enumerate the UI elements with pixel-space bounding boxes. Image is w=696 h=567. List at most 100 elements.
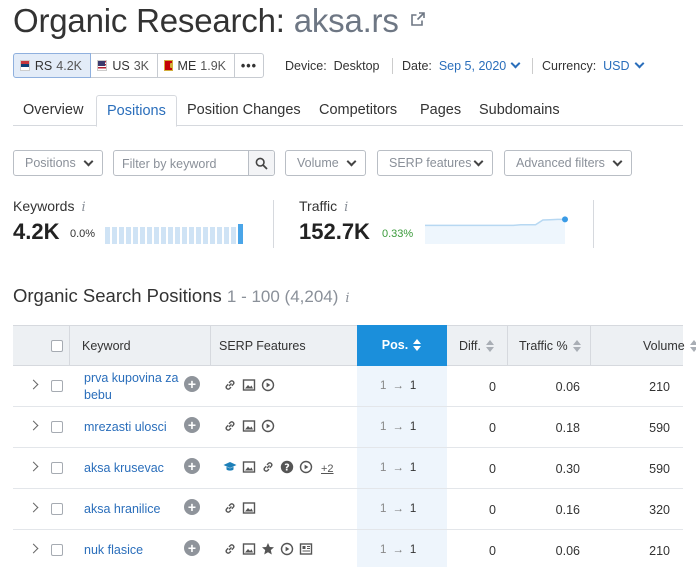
more-serp-features-link[interactable]: +2	[321, 463, 334, 475]
select-all-checkbox[interactable]	[51, 340, 63, 352]
keyword-link[interactable]: aksa hranilice	[84, 501, 194, 518]
diff-value: 0	[489, 380, 496, 394]
diff-value: 0	[489, 421, 496, 435]
add-keyword-plus-icon[interactable]: +	[184, 540, 200, 556]
serp-features	[223, 501, 256, 518]
image-serp-icon	[242, 542, 256, 559]
search-icon	[255, 157, 268, 170]
tab-position-changes[interactable]: Position Changes	[177, 95, 311, 126]
usa-flag-icon	[97, 60, 108, 71]
keyword-link[interactable]: aksa krusevac	[84, 460, 194, 477]
volume-column-header[interactable]: Volume	[643, 326, 696, 366]
star-serp-icon	[261, 542, 275, 559]
expand-row-chevron-icon[interactable]	[28, 502, 39, 513]
tab-positions[interactable]: Positions	[96, 95, 177, 127]
pos-column-header[interactable]: Pos.	[357, 325, 447, 366]
currency-selector[interactable]: Currency: USD	[542, 58, 644, 73]
divider	[532, 58, 533, 74]
position-change: 1 → 1	[380, 380, 417, 392]
serp-features-filter[interactable]: SERP features	[377, 150, 493, 176]
keyword-link[interactable]: nuk flasice	[84, 542, 194, 559]
position-change: 1 → 1	[380, 421, 417, 433]
video-serp-icon	[261, 378, 275, 395]
traffic-trend-chart	[425, 216, 568, 244]
page-title: Organic Research: aksa.rs	[13, 2, 399, 40]
graduation-serp-icon	[223, 460, 237, 477]
row-checkbox[interactable]	[51, 544, 63, 556]
traffic-summary: Traffic i	[299, 198, 349, 215]
link-serp-icon	[223, 542, 237, 559]
diff-value: 0	[489, 462, 496, 476]
volume-value: 210	[649, 544, 670, 558]
row-checkbox[interactable]	[51, 462, 63, 474]
link-serp-icon	[223, 419, 237, 436]
image-serp-icon	[242, 378, 256, 395]
divider	[593, 200, 594, 248]
table-row: mrezasti ulosci +1 → 1 0 0.18 590	[13, 407, 683, 448]
keywords-trend-bar	[154, 227, 159, 244]
volume-value: 590	[649, 421, 670, 435]
tab-overview[interactable]: Overview	[13, 95, 93, 126]
info-icon[interactable]: i	[81, 200, 85, 215]
info-icon[interactable]: i	[344, 200, 348, 215]
row-checkbox[interactable]	[51, 380, 63, 392]
sort-icon	[572, 339, 582, 352]
keywords-trend-bar	[140, 227, 145, 244]
add-keyword-plus-icon[interactable]: +	[184, 499, 200, 515]
info-icon[interactable]: i	[345, 291, 349, 306]
db-button-us[interactable]: US 3K	[90, 53, 158, 78]
expand-row-chevron-icon[interactable]	[28, 420, 39, 431]
positions-filter[interactable]: Positions	[13, 150, 103, 176]
keyword-link[interactable]: prva kupovina za bebu	[84, 370, 184, 404]
keywords-trend-bar	[203, 227, 208, 244]
video-serp-icon	[299, 460, 313, 477]
position-change: 1 → 1	[380, 462, 417, 474]
expand-row-chevron-icon[interactable]	[28, 379, 39, 390]
traffic-percent-value: 0.18	[555, 421, 580, 435]
expand-row-chevron-icon[interactable]	[28, 461, 39, 472]
traffic-column-header[interactable]: Traffic %	[519, 326, 582, 366]
more-databases-button[interactable]: •••	[234, 53, 264, 78]
expand-row-chevron-icon[interactable]	[28, 543, 39, 554]
image-serp-icon	[242, 419, 256, 436]
database-selector: RS 4.2K US 3K ME 1.9K •••	[13, 53, 264, 78]
device-selector[interactable]: Device: Desktop	[285, 59, 380, 73]
add-keyword-plus-icon[interactable]: +	[184, 376, 200, 392]
diff-value: 0	[489, 544, 496, 558]
divider	[273, 200, 274, 248]
keywords-trend-bar	[210, 227, 215, 244]
keywords-trend-bar	[196, 227, 201, 244]
volume-filter[interactable]: Volume	[285, 150, 366, 176]
chevron-down-icon	[473, 156, 484, 167]
tab-pages[interactable]: Pages	[410, 95, 471, 126]
tab-competitors[interactable]: Competitors	[309, 95, 407, 126]
db-button-rs[interactable]: RS 4.2K	[13, 53, 91, 78]
traffic-percent-value: 0.30	[555, 462, 580, 476]
link-serp-icon	[223, 501, 237, 518]
db-button-me[interactable]: ME 1.9K	[157, 53, 235, 78]
chevron-down-icon	[346, 156, 357, 167]
diff-column-header[interactable]: Diff.	[459, 326, 495, 366]
row-checkbox[interactable]	[51, 503, 63, 515]
tab-subdomains[interactable]: Subdomains	[469, 95, 570, 126]
sort-icon	[486, 339, 495, 352]
keyword-link[interactable]: mrezasti ulosci	[84, 419, 194, 436]
serp-features	[223, 378, 275, 395]
external-link-icon[interactable]	[410, 11, 426, 27]
date-selector[interactable]: Date: Sep 5, 2020	[402, 58, 521, 73]
keyword-filter-input[interactable]: Filter by keyword	[113, 150, 275, 176]
volume-value: 320	[649, 503, 670, 517]
keywords-trend-bar	[133, 227, 138, 244]
row-checkbox[interactable]	[51, 421, 63, 433]
keyword-column-header[interactable]: Keyword	[82, 326, 131, 366]
sort-icon	[689, 339, 696, 352]
add-keyword-plus-icon[interactable]: +	[184, 417, 200, 433]
svg-text:?: ?	[284, 462, 290, 473]
keywords-trend-chart	[105, 224, 243, 244]
traffic-trend-area	[425, 219, 565, 244]
add-keyword-plus-icon[interactable]: +	[184, 458, 200, 474]
image-serp-icon	[242, 501, 256, 518]
advanced-filters-button[interactable]: Advanced filters	[504, 150, 632, 176]
search-button[interactable]	[248, 151, 274, 175]
volume-value: 590	[649, 462, 670, 476]
